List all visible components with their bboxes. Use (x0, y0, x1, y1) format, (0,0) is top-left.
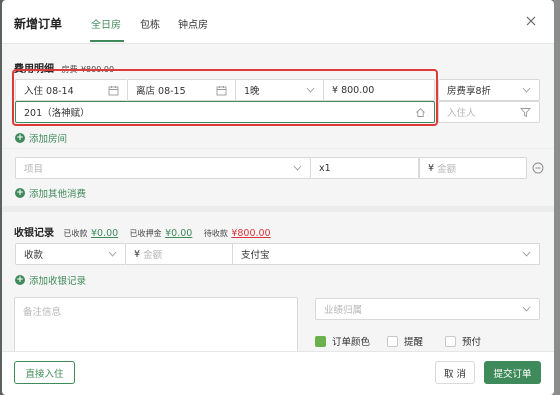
fee-amount-field[interactable]: ¥ 金额 (419, 157, 527, 179)
plus-icon: + (15, 188, 25, 198)
payment-type-select[interactable]: 收款 (15, 243, 126, 265)
pending-label: 待收款 (203, 229, 228, 238)
guest-field[interactable]: 入住人 (438, 101, 540, 123)
pending-value[interactable]: ¥800.00 (231, 228, 270, 239)
payment-amount-field[interactable]: ¥ 金额 (126, 243, 233, 265)
tab-full-day[interactable]: 全日房 (91, 16, 121, 31)
chevron-down-icon (522, 306, 531, 312)
add-cashier-record-link[interactable]: + 添加收银记录 (15, 273, 86, 287)
submit-order-button[interactable]: 提交订单 (484, 361, 541, 384)
plus-icon: + (15, 133, 25, 143)
performance-select[interactable]: 业绩归属 (315, 298, 540, 320)
close-icon[interactable] (524, 14, 538, 28)
deposit-label: 已收押金 (129, 229, 162, 238)
tab-whole-house[interactable]: 包栋 (140, 16, 160, 31)
filter-icon (520, 108, 531, 118)
cancel-button[interactable]: 取 消 (435, 361, 475, 384)
checkbox[interactable] (387, 335, 398, 347)
selection-highlight (12, 69, 438, 126)
chevron-down-icon (108, 251, 117, 257)
direct-checkin-button[interactable]: 直接入住 (14, 361, 75, 384)
order-color-swatch[interactable] (315, 335, 326, 347)
remove-circle-icon[interactable] (532, 162, 544, 174)
deposit-value[interactable]: ¥0.00 (165, 228, 192, 239)
checkbox[interactable] (445, 335, 456, 347)
note-textarea[interactable]: 备注信息 (14, 297, 298, 353)
modal-header: 新增订单 全日房 包栋 钟点房 (2, 0, 554, 44)
fee-qty-field[interactable]: x1 (311, 157, 419, 179)
modal-title: 新增订单 (14, 17, 63, 31)
modal-footer: 直接入住 取 消 提交订单 (2, 351, 554, 395)
order-color-option[interactable]: 订单颜色 (315, 334, 370, 348)
received-label: 已收款 (63, 229, 88, 238)
tab-hourly[interactable]: 钟点房 (178, 16, 208, 31)
chevron-down-icon (522, 87, 531, 93)
add-room-link[interactable]: + 添加房间 (15, 131, 67, 145)
new-order-modal: 新增订单 全日房 包栋 钟点房 费用明细 房费 ¥800.00 入住 08-14… (2, 0, 554, 395)
cashier-section-title: 收银记录 已收款 ¥0.00 已收押金 ¥0.00 待收款 ¥800.00 (14, 228, 271, 239)
payment-method-select[interactable]: 支付宝 (233, 243, 540, 265)
prepay-checkbox[interactable]: 预付 (445, 334, 481, 348)
fee-item-select[interactable]: 项目 (15, 157, 311, 179)
section-gap (2, 206, 554, 212)
discount-select[interactable]: 房费享8折 (438, 79, 540, 101)
divider (2, 148, 554, 149)
remind-checkbox[interactable]: 提醒 (387, 334, 423, 348)
chevron-down-icon (293, 165, 302, 171)
plus-icon: + (15, 275, 25, 285)
received-value[interactable]: ¥0.00 (91, 228, 118, 239)
active-tab-indicator (90, 40, 124, 42)
backdrop-right-edge (554, 0, 560, 395)
chevron-down-icon (522, 251, 531, 257)
add-other-fee-link[interactable]: + 添加其他消费 (15, 186, 86, 200)
